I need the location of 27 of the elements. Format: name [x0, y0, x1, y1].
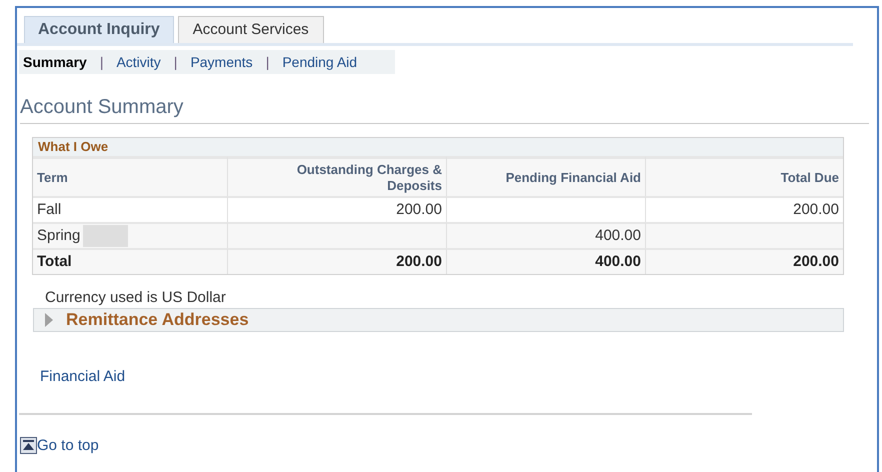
tab[interactable]: Account Inquiry	[24, 16, 174, 43]
table-cell: 200.00	[645, 248, 843, 274]
subnav-link[interactable]: Pending Aid	[282, 52, 358, 72]
tab[interactable]: Account Services	[178, 16, 324, 43]
table-cell: Total	[33, 248, 227, 274]
page-heading: Account Summary	[20, 95, 184, 120]
remittance-section-header[interactable]: Remittance Addresses	[33, 308, 844, 332]
separator: |	[100, 52, 104, 72]
subnav-link[interactable]: Payments	[190, 52, 253, 72]
financial-aid-link[interactable]: Financial Aid	[40, 366, 126, 388]
table-cell: 400.00	[446, 222, 645, 248]
caret-right-icon	[44, 313, 54, 327]
table-cell: 200.00	[227, 248, 446, 274]
subnav-link[interactable]: Summary	[23, 52, 87, 72]
arrow-to-top-icon[interactable]	[20, 436, 37, 454]
table-cell: Spring	[33, 222, 227, 248]
separator: |	[174, 52, 178, 72]
table-cell: 200.00	[227, 196, 446, 222]
subnav-link[interactable]: Activity	[116, 52, 161, 72]
separator: |	[266, 52, 270, 72]
go-to-top-link[interactable]: Go to top	[37, 438, 99, 454]
currency-note: Currency used is US Dollar	[45, 289, 227, 307]
redaction-block	[83, 225, 128, 247]
table-cell: Fall	[33, 196, 227, 222]
table-cell: 400.00	[446, 248, 645, 274]
table-caption: What I Owe	[33, 138, 843, 156]
table-cell: 200.00	[645, 196, 843, 222]
